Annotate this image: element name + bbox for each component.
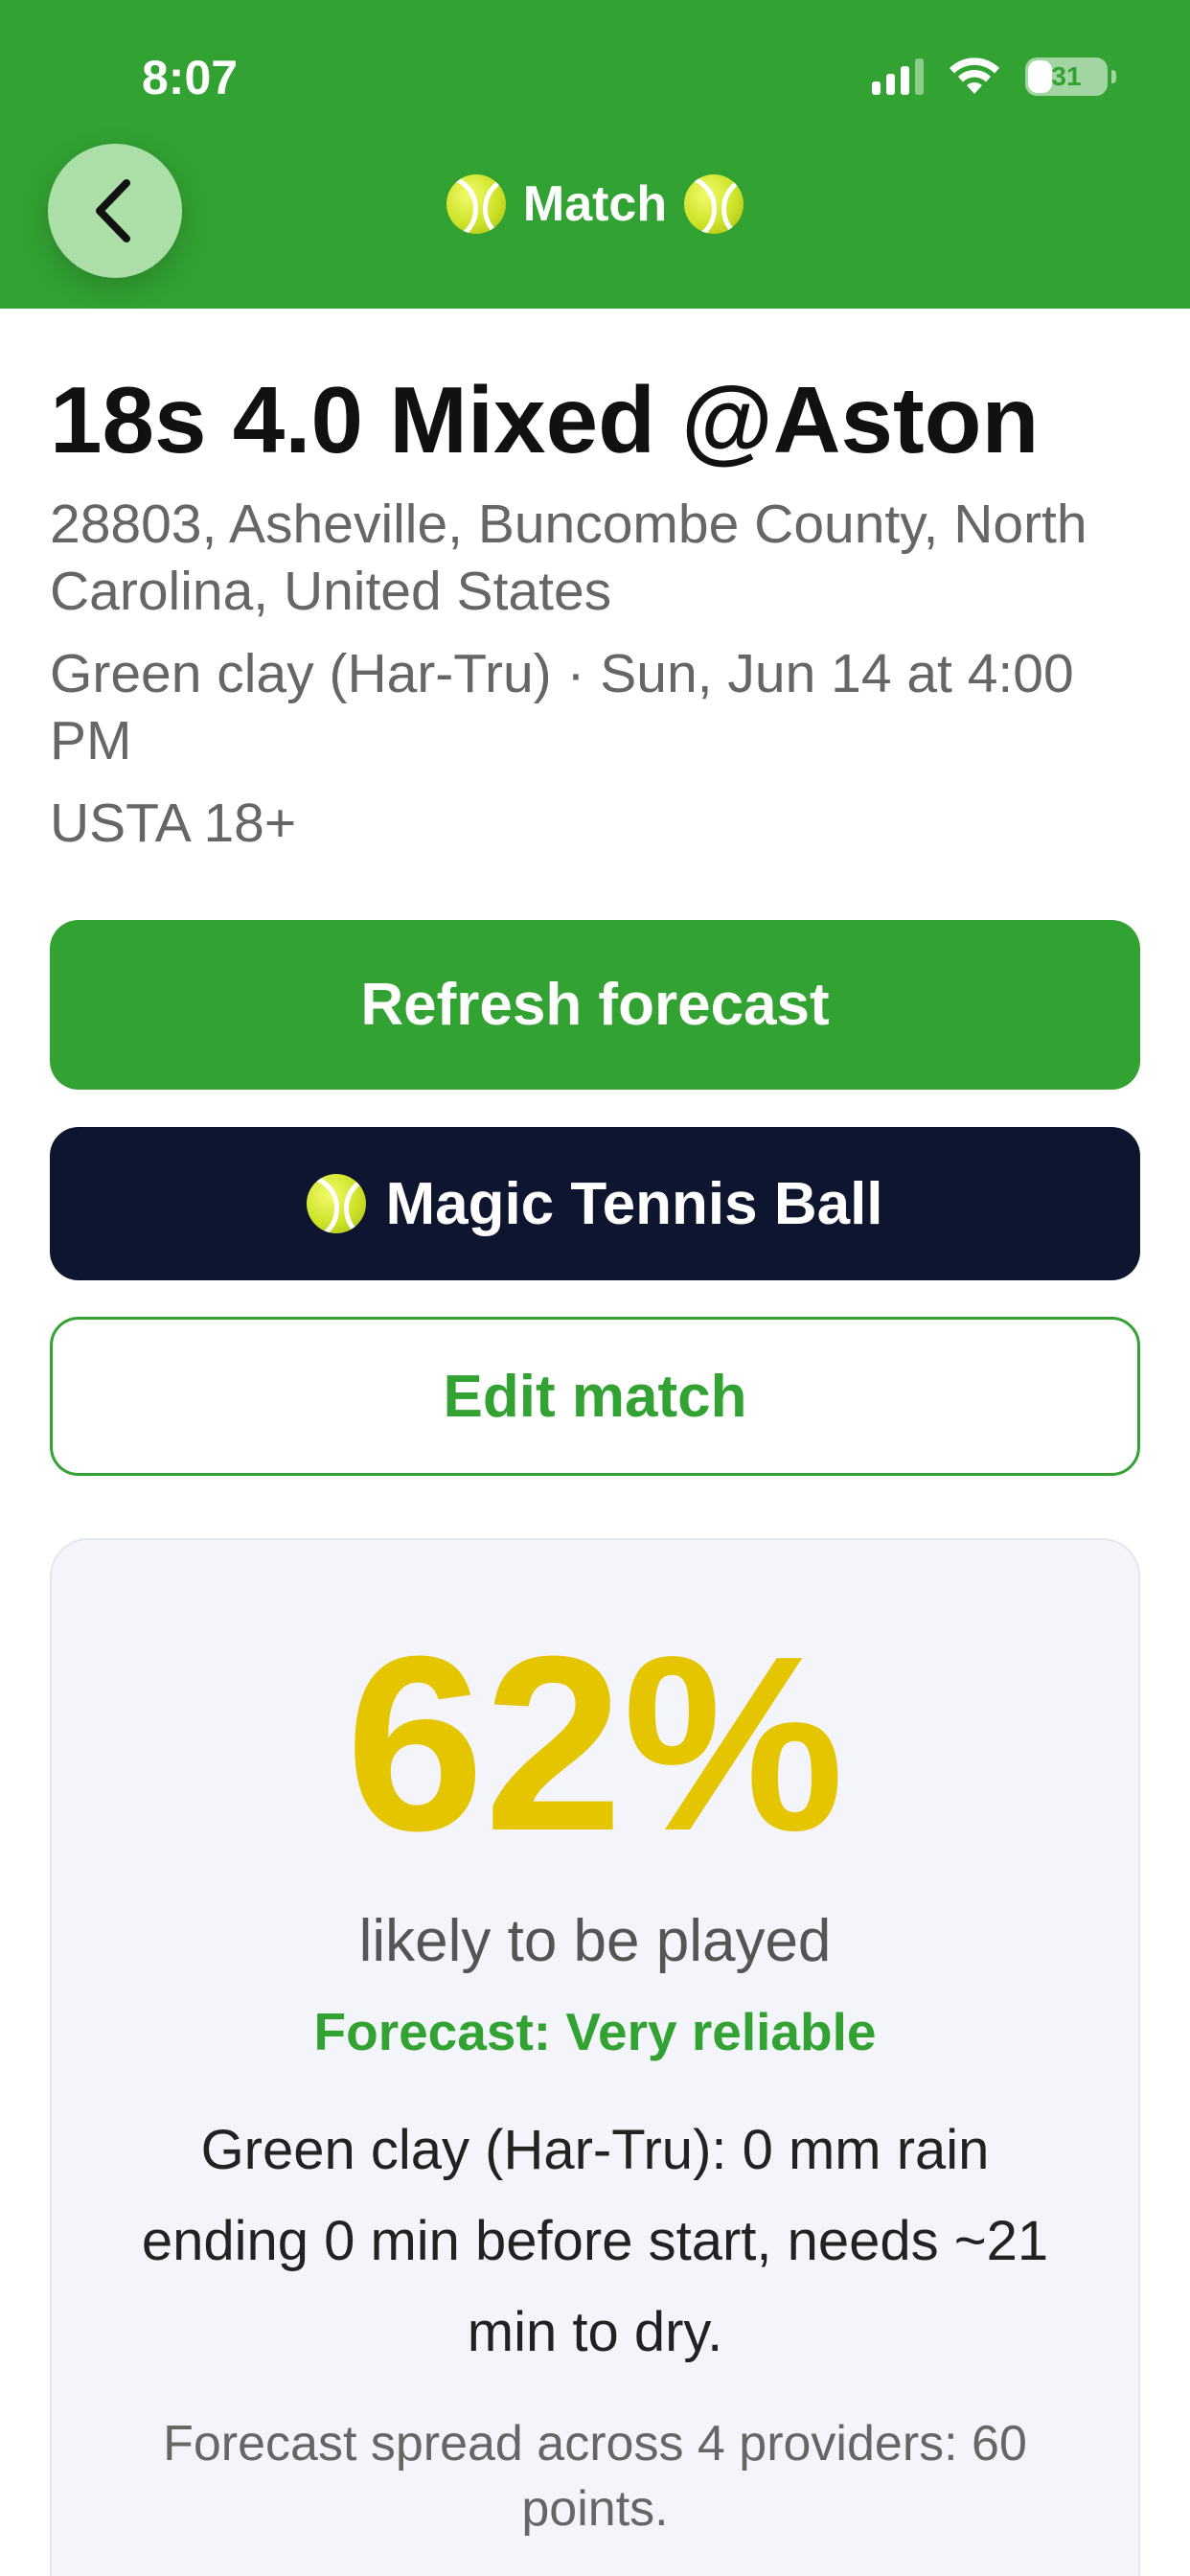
magic-tennis-ball-button[interactable]: Magic Tennis Ball [50,1127,1140,1280]
match-location: 28803, Asheville, Buncombe County, North… [50,494,1087,622]
match-league: USTA 18+ [50,793,297,854]
page-title: Match [0,174,1190,234]
status-time: 8:07 [142,51,239,104]
wifi-icon [950,58,999,94]
match-surface-time: Green clay (Har-Tru) · Sun, Jun 14 at 4:… [50,643,1074,771]
refresh-forecast-button[interactable]: Refresh forecast [50,920,1140,1090]
app-header: 8:07 31 Match [0,0,1190,309]
battery-icon: 31 [1025,58,1116,96]
edit-match-button[interactable]: Edit match [50,1317,1140,1476]
tennis-ball-icon [684,174,744,234]
play-probability: 62% [345,1605,845,1883]
match-title: 18s 4.0 Mixed @Aston [50,367,1040,472]
forecast-reliability: Forecast: Very reliable [313,2002,877,2061]
edit-match-label: Edit match [443,1363,747,1430]
tennis-ball-icon [307,1174,367,1233]
battery-level-text: 31 [1051,61,1082,91]
page-title-text: Match [522,176,668,232]
forecast-explanation: Green clay (Har-Tru): 0 mm rain ending 0… [141,2119,1049,2363]
forecast-spread: Forecast spread across 4 providers: 60 p… [163,2416,1027,2537]
play-probability-caption: likely to be played [358,1908,832,1974]
tennis-ball-icon [446,174,506,234]
status-icons: 31 [872,58,1116,96]
cellular-signal-icon [872,58,924,95]
magic-tennis-ball-label: Magic Tennis Ball [385,1170,883,1237]
refresh-forecast-label: Refresh forecast [360,972,830,1038]
